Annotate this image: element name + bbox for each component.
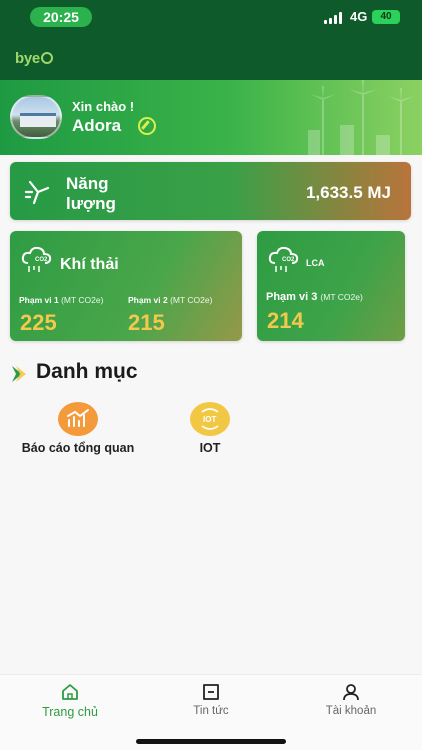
energy-value: 1,633.5 MJ [305, 183, 391, 202]
status-time: 20:25 [30, 7, 92, 27]
emission-title: Khí thải [60, 256, 119, 273]
wind-turbine-illustration [308, 80, 414, 155]
tab-news[interactable]: Tin tức [161, 683, 261, 723]
wind-energy-icon [24, 180, 50, 205]
scope3-value: 214 [267, 308, 304, 333]
scope1-label: Phạm vi 1 (MT CO2e) [19, 295, 104, 305]
iot-icon-text: IOT [203, 415, 216, 424]
energy-card[interactable]: Năng lượng 1,633.5 MJ [10, 162, 411, 220]
network-label: 4G [350, 9, 368, 24]
greeting-banner: Xin chào ! Adora [0, 80, 422, 155]
user-name: Adora [72, 116, 122, 135]
account-icon [343, 684, 359, 701]
scope2-label: Phạm vi 2 (MT CO2e) [128, 295, 213, 305]
menu-label-iot: IOT [199, 441, 221, 455]
co2-cloud-icon: CO2 [21, 246, 52, 272]
energy-label: Năng lượng [66, 174, 116, 213]
menu-item-overview-report[interactable]: Báo cáo tổng quan [8, 402, 148, 462]
scope1-value: 225 [20, 310, 57, 335]
co2-tag: CO2 [35, 257, 48, 263]
emission-card[interactable]: CO2 Khí thải Phạm vi 1 (MT CO2e) 225 Phạ… [10, 231, 242, 341]
app-bar: bye [0, 34, 422, 80]
tab-home[interactable]: Trang chủ [20, 683, 120, 723]
scope2-value: 215 [128, 310, 165, 335]
home-indicator [136, 739, 286, 744]
tab-home-label: Trang chủ [42, 705, 98, 719]
greeting-text: Xin chào ! [72, 99, 135, 114]
menu-label-overview-report: Báo cáo tổng quan [21, 441, 135, 455]
lca-card[interactable]: CO2 LCA Phạm vi 3 (MT CO2e) 214 [257, 231, 405, 341]
tab-news-label: Tin tức [193, 705, 229, 717]
tab-account-label: Tài khoản [325, 705, 377, 717]
avatar[interactable] [10, 95, 62, 139]
catalog-title: Danh mục [36, 360, 138, 383]
app-logo: bye [15, 50, 53, 67]
menu-item-iot[interactable]: IOT IOT [140, 402, 280, 462]
tab-account[interactable]: Tài khoản [301, 683, 401, 723]
iot-icon: IOT [190, 402, 230, 436]
edit-profile-icon[interactable] [138, 117, 156, 135]
co2-cloud-icon: CO2 [268, 246, 299, 272]
status-bar: 20:25 4G 40 [0, 0, 422, 34]
home-icon [62, 684, 78, 700]
section-arrow-icon [12, 366, 26, 382]
news-icon [203, 684, 219, 700]
lca-tag: LCA [306, 258, 325, 268]
chart-icon [58, 402, 98, 436]
signal-icon [324, 12, 344, 24]
battery-icon: 40 [372, 10, 400, 24]
scope3-label: Phạm vi 3 (MT CO2e) [266, 291, 363, 303]
co2-tag: CO2 [282, 257, 295, 263]
